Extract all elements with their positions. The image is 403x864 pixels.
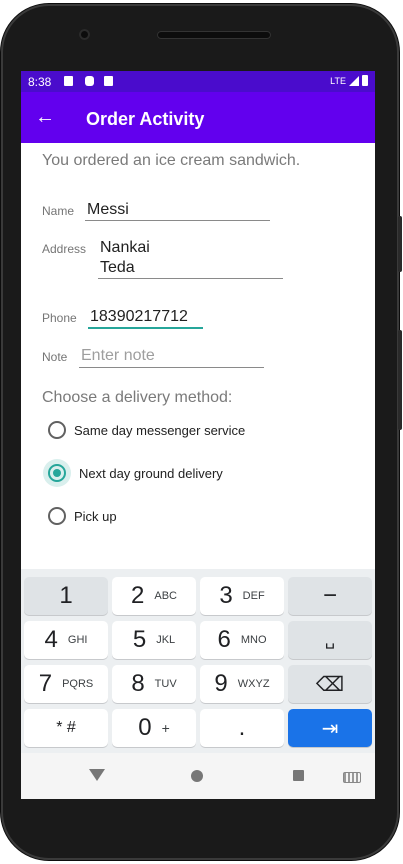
key-period: . [238, 714, 246, 741]
radio-checked-icon [48, 464, 66, 482]
radio-dot [53, 469, 61, 477]
key-letters: ABC [154, 590, 177, 602]
key-digit: 2 [131, 582, 145, 609]
key-digit: 4 [44, 626, 58, 653]
key-5[interactable]: 5 JKL [112, 621, 196, 659]
radio-next-day[interactable]: Next day ground delivery [43, 459, 223, 487]
key-letters: JKL [156, 634, 176, 646]
space-icon: ␣ [324, 632, 336, 649]
earpiece-speaker [157, 31, 271, 39]
key-4[interactable]: 4 GHI [24, 621, 108, 659]
key-letters: PQRS [62, 678, 94, 690]
key-plus: + [161, 720, 170, 736]
key-letters: GHI [67, 634, 88, 646]
delivery-prompt: Choose a delivery method: [42, 389, 233, 406]
key-0[interactable]: 0 + [112, 709, 196, 747]
numeric-keyboard: 1 2 ABC 3 DEF − 4 GHI 5 JKL 6 MNO ␣ 7 PQRS 8 TU… [21, 569, 375, 753]
key-7[interactable]: 7 PQRS [24, 665, 108, 703]
order-summary: You ordered an ice cream sandwich. [42, 152, 301, 169]
phone-label: Phone [42, 311, 77, 325]
backspace-key[interactable]: ⌫ [288, 665, 372, 703]
address-field-line2[interactable]: Teda [100, 258, 135, 278]
key-digit: 3 [219, 582, 233, 609]
key-symbols: * # [56, 719, 76, 736]
phone-field[interactable]: 18390217712 [90, 307, 188, 327]
radio-label: Pick up [74, 508, 117, 524]
key-8[interactable]: 8 TUV [112, 665, 196, 703]
radio-same-day[interactable]: Same day messenger service [48, 421, 245, 439]
tab-next-icon: ⇥ [321, 717, 339, 740]
note-label: Note [42, 350, 68, 364]
key-3[interactable]: 3 DEF [200, 577, 284, 615]
signal-icon [349, 75, 359, 86]
minus-icon: − [322, 582, 337, 609]
notification-a-icon [64, 76, 73, 86]
note-underline [79, 367, 264, 368]
key-1[interactable]: 1 [24, 577, 108, 615]
key-digit: 9 [214, 670, 228, 697]
minus-key[interactable]: − [288, 577, 372, 615]
period-key[interactable]: . [200, 709, 284, 747]
battery-icon [362, 75, 368, 86]
power-button [398, 330, 402, 430]
front-camera [79, 29, 90, 40]
address-underline [98, 278, 283, 279]
key-digit: 8 [131, 670, 145, 697]
keyboard-switch-icon[interactable] [343, 772, 361, 783]
backspace-icon: ⌫ [315, 673, 345, 696]
key-digit: 6 [217, 626, 231, 653]
key-letters: TUV [154, 678, 177, 690]
key-digit: 0 [138, 714, 152, 741]
radio-pick-up[interactable]: Pick up [48, 507, 117, 525]
status-right-group: LTE [330, 75, 368, 86]
status-bar: 8:38 LTE [21, 71, 375, 92]
name-label: Name [42, 204, 75, 218]
key-6[interactable]: 6 MNO [200, 621, 284, 659]
radio-label: Same day messenger service [74, 422, 246, 438]
back-arrow-icon[interactable]: ← [35, 105, 55, 129]
phone-underline-focused [88, 327, 203, 329]
notification-f-icon [85, 76, 94, 86]
navigation-bar [21, 753, 375, 799]
key-digit: 1 [59, 582, 73, 609]
key-digit: 7 [38, 670, 53, 697]
nav-back-icon[interactable] [89, 769, 105, 781]
address-field-line1[interactable]: Nankai [100, 238, 150, 258]
volume-button [398, 216, 402, 272]
note-field[interactable]: Enter note [81, 346, 155, 366]
key-letters: WXYZ [237, 678, 270, 690]
page-title: Order Activity [86, 109, 205, 129]
radio-unchecked-icon [48, 421, 66, 439]
app-bar: ← Order Activity [21, 92, 375, 143]
address-label: Address [42, 242, 87, 256]
radio-ripple [43, 459, 71, 487]
name-field[interactable]: Messi [87, 200, 129, 220]
nav-home-icon[interactable] [191, 770, 203, 782]
radio-unchecked-icon [48, 507, 66, 525]
name-underline [85, 220, 270, 221]
radio-label: Next day ground delivery [79, 465, 223, 481]
key-9[interactable]: 9 WXYZ [200, 665, 284, 703]
key-digit: 5 [132, 626, 147, 653]
nav-recents-icon[interactable] [293, 770, 304, 781]
status-time: 8:38 [28, 75, 52, 89]
key-letters: MNO [240, 634, 267, 646]
next-action-key[interactable]: ⇥ [288, 709, 372, 747]
sd-card-icon [104, 76, 113, 86]
network-type: LTE [330, 75, 346, 86]
device-screen: 8:38 LTE ← Order Activity You ordered an… [21, 71, 375, 799]
space-key[interactable]: ␣ [288, 621, 372, 659]
symbols-key[interactable]: * # [24, 709, 108, 747]
key-2[interactable]: 2 ABC [112, 577, 196, 615]
key-letters: DEF [242, 590, 265, 602]
